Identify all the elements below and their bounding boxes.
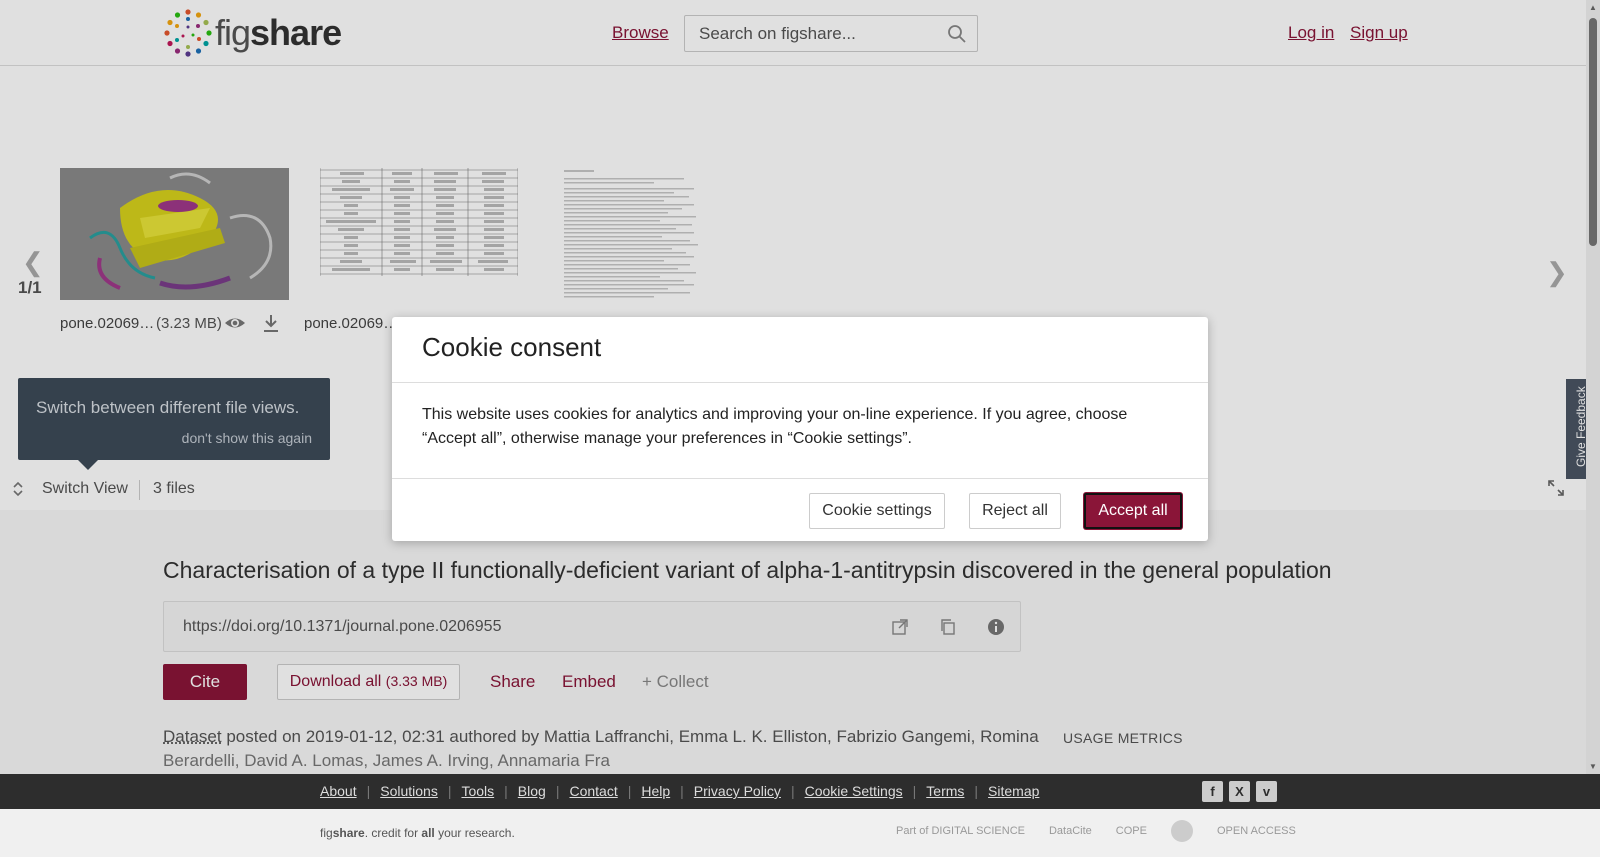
digital-science-logo[interactable]: Part of DIGITAL SCIENCE bbox=[896, 825, 1025, 837]
cope-logo[interactable]: COPE bbox=[1116, 825, 1147, 837]
footer-link-privacy[interactable]: Privacy Policy bbox=[694, 783, 781, 799]
footer-bottom: figshare. credit for all your research. … bbox=[0, 809, 1600, 857]
divider: | bbox=[912, 783, 917, 799]
divider: | bbox=[366, 783, 371, 799]
footer-tagline: figshare. credit for all your research. bbox=[320, 826, 515, 840]
dialog-body: This website uses cookies for analytics … bbox=[392, 383, 1208, 479]
divider: | bbox=[680, 783, 684, 799]
dialog-footer: Cookie settings Reject all Accept all bbox=[392, 479, 1208, 540]
dialog-header: Cookie consent bbox=[392, 317, 1208, 383]
reject-all-button[interactable]: Reject all bbox=[969, 493, 1061, 529]
vimeo-icon[interactable]: v bbox=[1256, 781, 1277, 802]
x-icon[interactable]: X bbox=[1229, 781, 1250, 802]
open-access-logo[interactable]: OPEN ACCESS bbox=[1217, 825, 1296, 837]
divider: | bbox=[974, 783, 979, 799]
footer-link-sitemap[interactable]: Sitemap bbox=[988, 783, 1039, 799]
footer-link-blog[interactable]: Blog bbox=[518, 783, 546, 799]
divider: | bbox=[627, 783, 632, 799]
social-links: f X v bbox=[1202, 781, 1277, 802]
dialog-text: This website uses cookies for analytics … bbox=[422, 406, 1128, 447]
footer-link-terms[interactable]: Terms bbox=[926, 783, 964, 799]
divider: | bbox=[504, 783, 508, 799]
footer-link-help[interactable]: Help bbox=[641, 783, 670, 799]
divider: | bbox=[790, 783, 795, 799]
facebook-icon[interactable]: f bbox=[1202, 781, 1223, 802]
accept-all-button[interactable]: Accept all bbox=[1084, 493, 1182, 529]
dialog-title: Cookie consent bbox=[422, 332, 602, 362]
datacite-logo[interactable]: DataCite bbox=[1049, 825, 1092, 837]
footer-link-contact[interactable]: Contact bbox=[569, 783, 617, 799]
footer-link-about[interactable]: About bbox=[320, 783, 357, 799]
footer-links: About | Solutions | Tools | Blog | Contact | … bbox=[320, 783, 1039, 799]
divider: | bbox=[555, 783, 560, 799]
partner-logos: Part of DIGITAL SCIENCE DataCite COPE OP… bbox=[896, 820, 1296, 842]
footer-nav: About | Solutions | Tools | Blog | Contact | … bbox=[0, 774, 1600, 809]
cookie-settings-button[interactable]: Cookie settings bbox=[809, 493, 945, 529]
cookie-consent-dialog: Cookie consent This website uses cookies… bbox=[392, 317, 1208, 541]
footer-link-tools[interactable]: Tools bbox=[461, 783, 494, 799]
footer-link-cookie-settings[interactable]: Cookie Settings bbox=[805, 783, 903, 799]
globe-logo[interactable] bbox=[1170, 820, 1193, 842]
divider: | bbox=[447, 783, 452, 799]
footer-link-solutions[interactable]: Solutions bbox=[380, 783, 438, 799]
